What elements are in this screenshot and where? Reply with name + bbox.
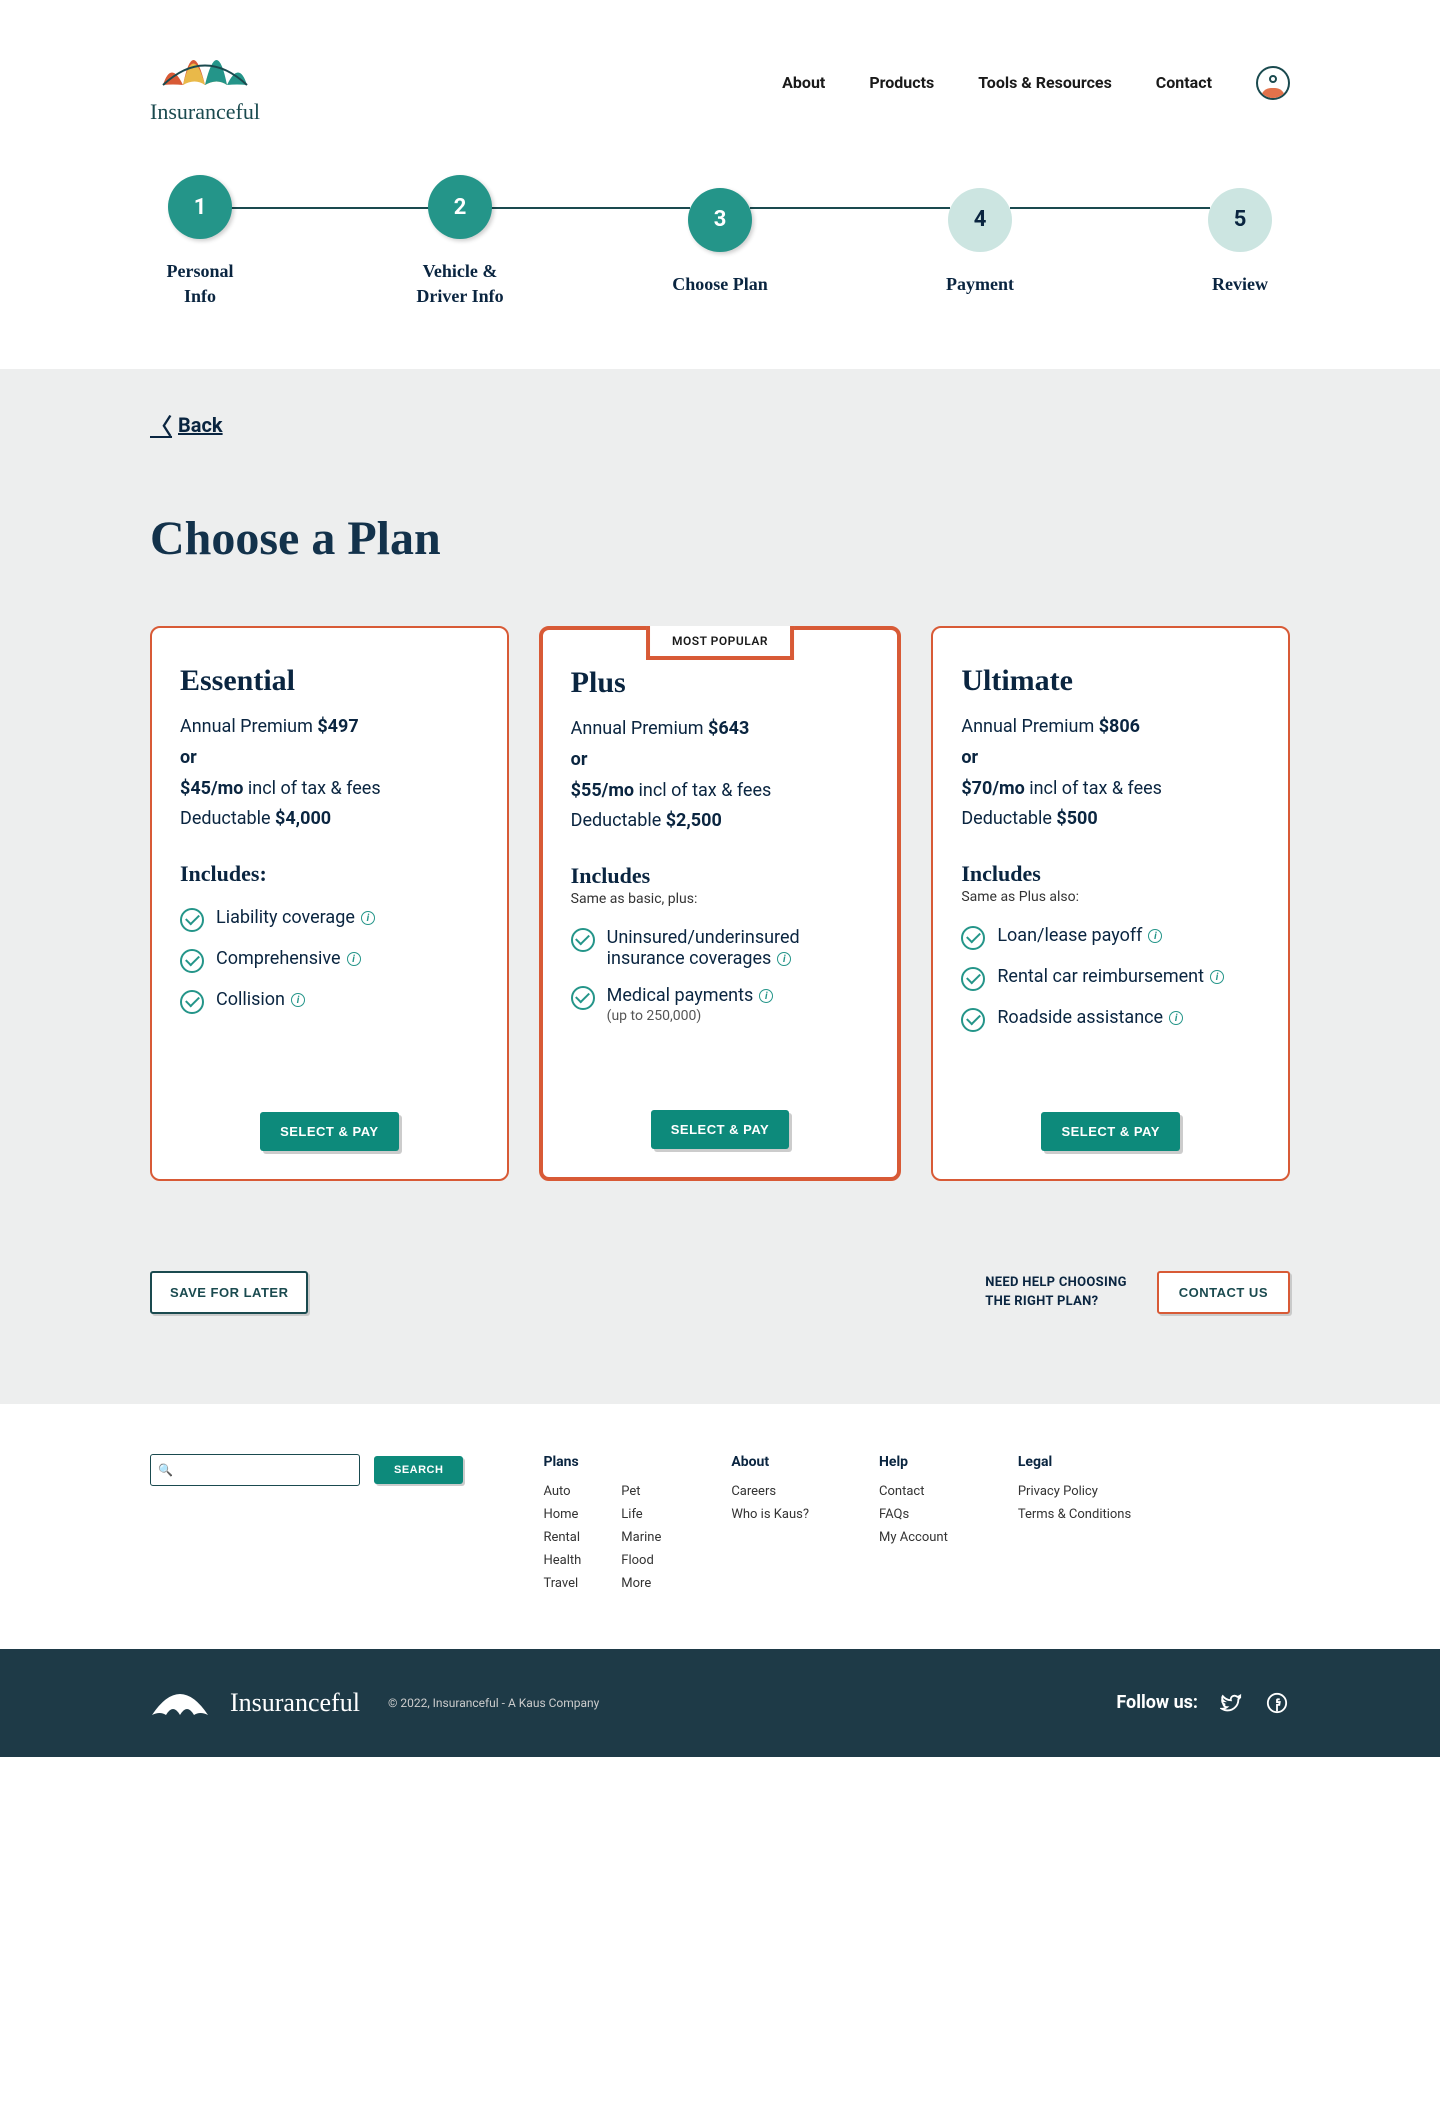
step-2[interactable]: 2: [428, 175, 492, 239]
footer-link[interactable]: My Account: [879, 1530, 948, 1545]
feature-item: Loan/lease payoffi: [961, 925, 1260, 950]
step-5-label: Review: [1212, 272, 1268, 297]
info-icon[interactable]: i: [1210, 970, 1224, 984]
feature-item: Uninsured/underinsured insurance coverag…: [571, 927, 870, 969]
check-icon: [180, 949, 204, 973]
umbrella-icon: [150, 1685, 210, 1721]
footer-col-about: About Careers Who is Kaus?: [731, 1454, 809, 1599]
check-icon: [961, 967, 985, 991]
copyright: © 2022, Insuranceful - A Kaus Company: [388, 1696, 599, 1710]
help-text: NEED HELP CHOOSING THE RIGHT PLAN?: [985, 1273, 1126, 1312]
info-icon[interactable]: i: [347, 952, 361, 966]
info-icon[interactable]: i: [1148, 929, 1162, 943]
popular-badge: MOST POPULAR: [646, 626, 794, 660]
follow-label: Follow us:: [1116, 1692, 1198, 1713]
chevron-left-icon: 〈: [150, 409, 172, 441]
includes-heading: Includes: [571, 863, 870, 889]
brand-name: Insuranceful: [150, 99, 260, 125]
feature-item: Rental car reimbursementi: [961, 966, 1260, 991]
nav-tools[interactable]: Tools & Resources: [978, 73, 1112, 92]
back-link[interactable]: 〈 Back: [150, 409, 223, 441]
check-icon: [961, 926, 985, 950]
plan-name: Essential: [180, 664, 479, 698]
info-icon[interactable]: i: [777, 952, 791, 966]
footer-col-legal: Legal Privacy Policy Terms & Conditions: [1018, 1454, 1131, 1599]
step-2-label: Vehicle & Driver Info: [410, 259, 510, 309]
check-icon: [961, 1008, 985, 1032]
feature-item: Liability coveragei: [180, 907, 479, 932]
plan-plus: MOST POPULAR Plus Annual Premium $643 or…: [539, 626, 902, 1180]
check-icon: [571, 928, 595, 952]
step-4[interactable]: 4: [948, 188, 1012, 252]
plan-ultimate: Ultimate Annual Premium $806 or $70/mo i…: [931, 626, 1290, 1180]
info-icon[interactable]: i: [361, 911, 375, 925]
footer-search-button[interactable]: SEARCH: [374, 1456, 463, 1484]
includes-sub: Same as Plus also:: [961, 889, 1260, 905]
plan-essential: Essential Annual Premium $497 or $45/mo …: [150, 626, 509, 1180]
footer-link[interactable]: Who is Kaus?: [731, 1507, 809, 1522]
footer-link[interactable]: Home: [543, 1507, 581, 1522]
feature-item: Comprehensivei: [180, 948, 479, 973]
feature-item: Medical paymentsi(up to 250,000): [571, 985, 870, 1024]
person-icon: [1269, 75, 1277, 83]
contact-us-button[interactable]: CONTACT US: [1157, 1271, 1290, 1314]
brand-logo[interactable]: Insuranceful: [150, 40, 260, 125]
footer-col-plans: Plans Auto Home Rental Health Travel Pet…: [543, 1454, 661, 1599]
step-5[interactable]: 5: [1208, 188, 1272, 252]
footer-link[interactable]: Travel: [543, 1576, 581, 1591]
feature-item: Collisioni: [180, 989, 479, 1014]
footer-link[interactable]: FAQs: [879, 1507, 948, 1522]
nav-products[interactable]: Products: [869, 73, 934, 92]
footer-link[interactable]: Careers: [731, 1484, 809, 1499]
footer-link[interactable]: Health: [543, 1553, 581, 1568]
footer-link[interactable]: Terms & Conditions: [1018, 1507, 1131, 1522]
info-icon[interactable]: i: [759, 989, 773, 1003]
footer-link[interactable]: Marine: [621, 1530, 661, 1545]
check-icon: [180, 990, 204, 1014]
nav-about[interactable]: About: [782, 73, 825, 92]
info-icon[interactable]: i: [1169, 1011, 1183, 1025]
check-icon: [180, 908, 204, 932]
select-ultimate-button[interactable]: SELECT & PAY: [1041, 1112, 1179, 1151]
feature-item: Roadside assistancei: [961, 1007, 1260, 1032]
includes-sub: Same as basic, plus:: [571, 891, 870, 907]
page-title: Choose a Plan: [150, 511, 1290, 566]
umbrella-icon: [155, 40, 255, 95]
account-avatar[interactable]: [1256, 66, 1290, 100]
footer-search-input[interactable]: [150, 1454, 360, 1486]
select-essential-button[interactable]: SELECT & PAY: [260, 1112, 398, 1151]
plan-name: Plus: [571, 666, 870, 700]
brand-name: Insuranceful: [230, 1688, 360, 1718]
facebook-icon[interactable]: [1264, 1690, 1290, 1716]
footer-link[interactable]: Rental: [543, 1530, 581, 1545]
step-4-label: Payment: [946, 272, 1014, 297]
step-1[interactable]: 1: [168, 175, 232, 239]
footer-link[interactable]: Pet: [621, 1484, 661, 1499]
footer-link[interactable]: More: [621, 1576, 661, 1591]
footer-link[interactable]: Contact: [879, 1484, 948, 1499]
step-1-label: Personal Info: [150, 259, 250, 309]
step-3-label: Choose Plan: [672, 272, 768, 297]
includes-heading: Includes: [961, 861, 1260, 887]
info-icon[interactable]: i: [291, 993, 305, 1007]
select-plus-button[interactable]: SELECT & PAY: [651, 1110, 789, 1149]
plan-name: Ultimate: [961, 664, 1260, 698]
footer-col-help: Help Contact FAQs My Account: [879, 1454, 948, 1599]
nav-contact[interactable]: Contact: [1156, 73, 1212, 92]
twitter-icon[interactable]: [1218, 1690, 1244, 1716]
footer-link[interactable]: Privacy Policy: [1018, 1484, 1131, 1499]
footer-link[interactable]: Flood: [621, 1553, 661, 1568]
save-for-later-button[interactable]: SAVE FOR LATER: [150, 1271, 308, 1314]
check-icon: [571, 986, 595, 1010]
progress-stepper: 1 Personal Info 2 Vehicle & Driver Info 3 C…: [150, 175, 1290, 309]
includes-heading: Includes:: [180, 861, 479, 887]
footer-link[interactable]: Life: [621, 1507, 661, 1522]
footer-link[interactable]: Auto: [543, 1484, 581, 1499]
step-3[interactable]: 3: [688, 188, 752, 252]
